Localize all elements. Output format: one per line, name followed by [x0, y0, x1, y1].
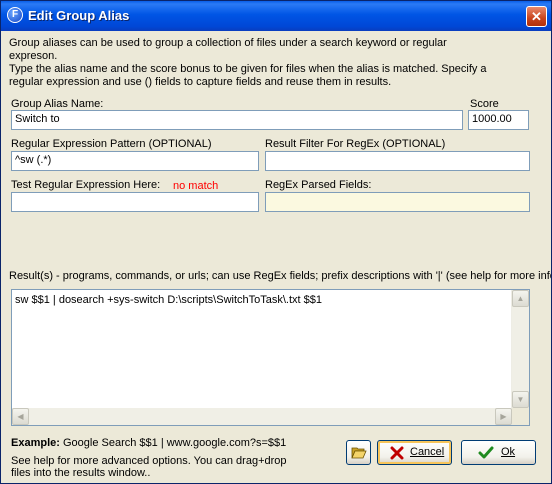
results-label: Result(s) - programs, commands, or urls;…: [9, 270, 552, 282]
cancel-label: Cancel: [410, 446, 445, 458]
result-filter-input[interactable]: [265, 151, 530, 171]
close-button[interactable]: ✕: [526, 6, 547, 27]
scroll-right-button[interactable]: ▶: [495, 408, 512, 425]
alias-name-label: Group Alias Name:: [11, 98, 104, 110]
x-icon: [390, 446, 404, 460]
result-filter-label: Result Filter For RegEx (OPTIONAL): [265, 138, 446, 150]
help-line: See help for more advanced options. You …: [11, 455, 287, 467]
example-text: Google Search $$1 | www.google.com?s=$$1: [62, 437, 287, 449]
ok-button[interactable]: Ok: [461, 440, 536, 465]
parsed-fields-label: RegEx Parsed Fields:: [265, 179, 372, 191]
example-label: Example:: [11, 437, 60, 449]
ok-label: Ok: [501, 446, 516, 458]
window-title: Edit Group Alias: [28, 8, 130, 23]
help-text: See help for more advanced options. You …: [11, 455, 341, 479]
description-line: Group aliases can be used to group a col…: [9, 37, 447, 49]
test-regex-label: Test Regular Expression Here:: [11, 179, 161, 191]
vertical-scrollbar[interactable]: ▲ ▼: [511, 290, 529, 408]
cancel-button[interactable]: Cancel: [377, 440, 452, 465]
checkmark-icon: [478, 446, 494, 459]
scroll-left-button[interactable]: ◀: [12, 408, 29, 425]
test-regex-input[interactable]: [11, 192, 259, 212]
regex-pattern-input[interactable]: ^sw (.*): [11, 151, 259, 171]
scroll-down-button[interactable]: ▼: [512, 391, 529, 408]
score-input[interactable]: 1000.00: [468, 110, 529, 130]
open-file-button[interactable]: [346, 440, 371, 465]
score-label: Score: [470, 98, 499, 110]
parsed-fields-output: [265, 192, 530, 212]
app-icon: F: [7, 7, 23, 23]
alias-name-input[interactable]: Switch to: [11, 110, 463, 130]
scroll-up-button[interactable]: ▲: [512, 290, 529, 307]
description-line: regular expression and use () fields to …: [9, 76, 392, 88]
description-line: Type the alias name and the score bonus …: [9, 63, 487, 75]
folder-open-icon: [351, 447, 367, 459]
regex-pattern-label: Regular Expression Pattern (OPTIONAL): [11, 138, 212, 150]
description: Group aliases can be used to group a col…: [9, 37, 545, 89]
edit-group-alias-dialog: F Edit Group Alias ✕ Group aliases can b…: [0, 0, 552, 484]
results-text: sw $$1 | dosearch +sys-switch D:\scripts…: [15, 294, 322, 306]
horizontal-scrollbar[interactable]: ◀ ▶: [12, 408, 512, 425]
results-textarea[interactable]: sw $$1 | dosearch +sys-switch D:\scripts…: [11, 289, 530, 426]
scrollbar-corner: [512, 408, 529, 425]
help-line: files into the results window..: [11, 467, 151, 479]
match-status: no match: [173, 180, 219, 192]
description-line: expreson.: [9, 50, 58, 62]
title-bar[interactable]: F Edit Group Alias ✕: [1, 1, 551, 31]
example-line: Example: Google Search $$1 | www.google.…: [11, 437, 286, 449]
